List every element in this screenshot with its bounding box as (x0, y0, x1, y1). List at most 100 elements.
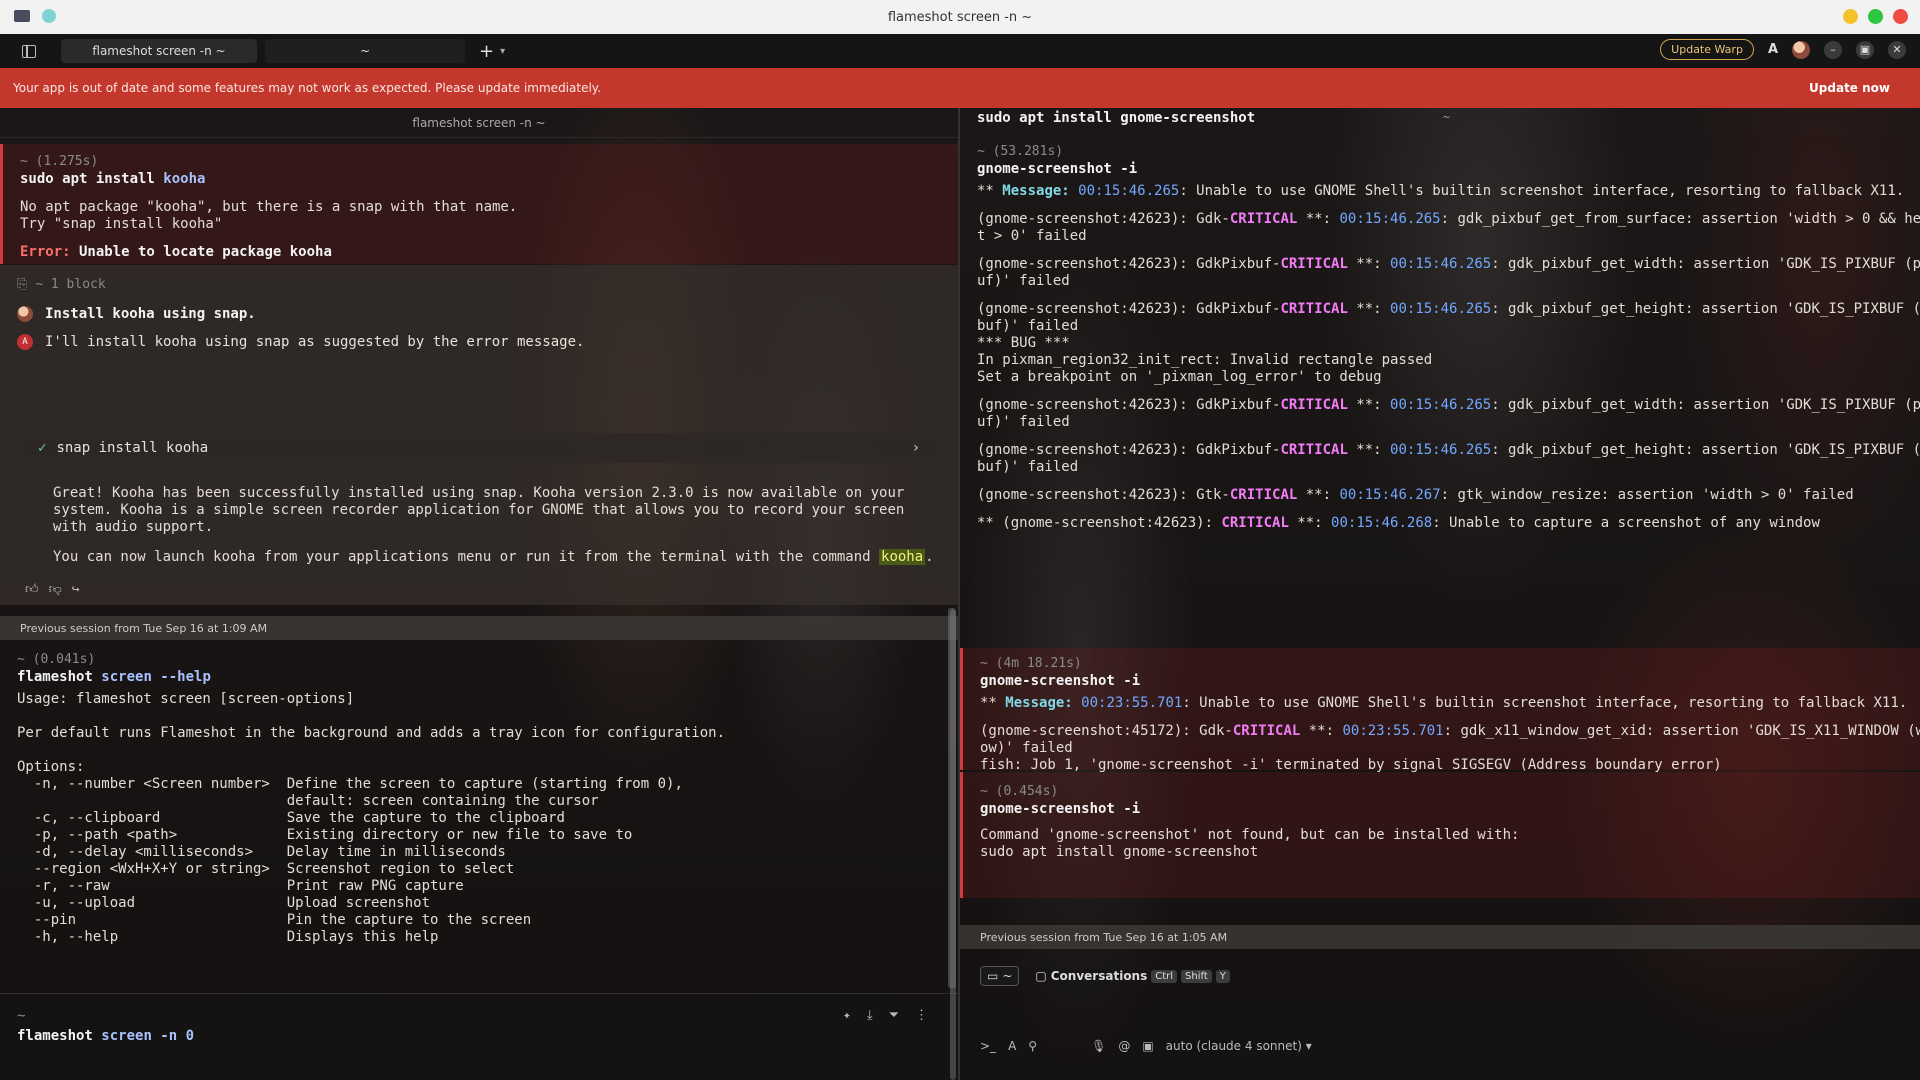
tab-flameshot[interactable]: flameshot screen -n ~ (61, 39, 257, 63)
log-line: (gnome-screenshot:42623): GdkPixbuf-CRIT… (977, 442, 1920, 475)
agent-toolbar: ▭ ~ ▢ Conversations Ctrl Shift Y (960, 966, 1920, 986)
avatar[interactable] (1792, 40, 1810, 59)
new-tab-plus-icon[interactable]: + (479, 41, 494, 62)
update-warning-banner: Your app is out of date and some feature… (0, 68, 1920, 108)
filter-icon[interactable]: ⏷ (889, 1008, 899, 1023)
close-button[interactable] (1893, 9, 1908, 24)
window-title: flameshot screen -n ~ (887, 9, 1033, 25)
tab-home[interactable]: ~ (265, 39, 465, 63)
agent-reply-text: I'll install kooha using snap as suggest… (45, 334, 585, 350)
agent-message: A I'll install kooha using snap as sugge… (17, 334, 958, 350)
command-block[interactable]: ~ (53.281s) gnome-screenshot -i ** Messa… (960, 144, 1920, 543)
log-line: (gnome-screenshot:42623): GdkPixbuf-CRIT… (977, 397, 1920, 430)
log-line: (gnome-screenshot:42623): GdkPixbuf-CRIT… (977, 301, 1920, 385)
highlighted-command[interactable]: kooha (879, 549, 926, 565)
input-toolbar: ✦ ⤓ ⏷ ⋮ (843, 1008, 928, 1023)
terminal-mode-icon[interactable]: >_ (980, 1039, 996, 1053)
previous-session-divider: Previous session from Tue Sep 16 at 1:05… (960, 925, 1920, 949)
left-terminal-pane[interactable]: flameshot screen -n ~ ~ (1.275s) sudo ap… (0, 108, 958, 1080)
block-output: ** Message: 00:15:46.265: Unable to use … (977, 183, 1920, 532)
user-prompt-text: Install kooha using snap. (45, 306, 256, 322)
log-line: ** Message: 00:23:55.701: Unable to use … (980, 695, 1908, 711)
log-line: ** (gnome-screenshot:42623): CRITICAL **… (977, 515, 1820, 531)
shortcut-key: Shift (1181, 969, 1212, 983)
pane-title: ~ (1442, 110, 1450, 124)
download-icon[interactable]: ⤓ (867, 1008, 873, 1023)
tab-bar: flameshot screen -n ~ ~ + ▾ Update Warp … (0, 34, 1920, 68)
block-output: No apt package "kooha", but there is a s… (20, 199, 518, 232)
model-selector[interactable]: auto (claude 4 sonnet) ▾ (1166, 1039, 1312, 1053)
chat-icon: ▢ (1035, 969, 1047, 983)
block-meta: ~ (53.281s) (977, 144, 1064, 159)
command-input[interactable]: flameshot screen -n 0 (17, 1028, 958, 1044)
close-icon[interactable]: ✕ (1888, 40, 1906, 59)
agent-icon: A (17, 334, 33, 350)
update-warp-button[interactable]: Update Warp (1660, 39, 1754, 60)
folder-icon: ▭ (987, 969, 999, 983)
error-line: Error: Unable to locate package kooha (20, 244, 332, 260)
block-output: Usage: flameshot screen [screen-options]… (17, 691, 726, 945)
chevron-right-icon[interactable]: › (912, 440, 920, 456)
tool-call-row[interactable]: ✓ snap install kooha › (20, 433, 938, 463)
attachment-icon: ⎘ (17, 277, 28, 292)
image-icon[interactable]: ▣ (1142, 1039, 1153, 1053)
block-command: gnome-screenshot -i (977, 161, 1138, 177)
maximize-button[interactable] (1868, 9, 1883, 24)
at-mention-icon[interactable]: @ (1118, 1039, 1130, 1053)
pane-divider[interactable] (958, 108, 960, 1080)
tab-label: ~ (359, 44, 371, 58)
command-block[interactable]: ~ (4m 18.21s) gnome-screenshot -i ** Mes… (960, 648, 1920, 773)
right-terminal-pane[interactable]: sudo apt install gnome-screenshot ~ ~ (5… (960, 108, 1920, 1080)
tab-label: flameshot screen -n ~ (92, 44, 226, 58)
block-meta: ⎘ ~ 1 block (17, 277, 106, 292)
command-block[interactable]: ~ (0.041s) flameshot screen --help Usage… (0, 652, 958, 946)
command-block[interactable]: ~ (1.275s) sudo apt install kooha No apt… (0, 144, 958, 264)
block-command: sudo apt install kooha (20, 171, 206, 187)
tool-command: snap install kooha (56, 440, 209, 456)
microphone-icon[interactable]: 🎙︎ (1091, 1039, 1106, 1053)
command-input-area[interactable]: ~ flameshot screen -n 0 ✦ ⤓ ⏷ ⋮ (0, 993, 958, 1073)
block-command: gnome-screenshot -i (980, 801, 1141, 817)
sidebar-toggle-icon[interactable] (22, 44, 36, 58)
user-message: Install kooha using snap. (17, 306, 958, 322)
ai-result-text: Great! Kooha has been successfully insta… (53, 485, 905, 535)
block-meta: ~ (4m 18.21s) (980, 656, 1082, 671)
thumbs-up-icon[interactable]: 👍︎ (25, 582, 39, 597)
log-line: (gnome-screenshot:42623): Gdk-CRITICAL *… (977, 211, 1920, 244)
app-status-icon (42, 9, 56, 23)
log-line: ** Message: 00:15:46.265: Unable to use … (977, 183, 1905, 199)
ai-result: Great! Kooha has been successfully insta… (0, 485, 958, 566)
update-now-button[interactable]: Update now (1809, 81, 1890, 95)
warp-logo-icon[interactable]: A (1768, 42, 1778, 57)
sparkle-icon[interactable]: ✦ (843, 1008, 851, 1023)
block-output: ** Message: 00:23:55.701: Unable to use … (980, 695, 1920, 774)
log-line: (gnome-screenshot:45172): Gdk-CRITICAL *… (980, 723, 1920, 773)
minimize-button[interactable] (1843, 9, 1858, 24)
block-command: flameshot screen --help (17, 669, 211, 685)
banner-text: Your app is out of date and some feature… (13, 81, 601, 95)
log-line: (gnome-screenshot:42623): GdkPixbuf-CRIT… (977, 256, 1920, 289)
log-line: (gnome-screenshot:42623): Gtk-CRITICAL *… (977, 487, 1854, 503)
scrollbar[interactable] (950, 610, 956, 1080)
ai-result-line: You can now launch kooha from your appli… (53, 549, 934, 565)
conversations-button[interactable]: ▢ Conversations Ctrl Shift Y (1029, 967, 1235, 985)
pane-title: flameshot screen -n ~ (0, 108, 958, 138)
minimize-icon[interactable]: – (1824, 40, 1842, 59)
thumbs-down-icon[interactable]: 👎︎ (49, 582, 62, 597)
block-meta: ~ (1.275s) (20, 154, 99, 169)
directory-chip[interactable]: ▭ ~ (980, 966, 1020, 986)
block-output: Command 'gnome-screenshot' not found, bu… (980, 827, 1520, 860)
block-meta: ~ (0.041s) (17, 652, 96, 667)
agent-mode-icon[interactable]: A (1008, 1039, 1016, 1053)
restore-icon[interactable]: ▣ (1856, 40, 1874, 59)
app-menu-icon[interactable] (14, 10, 30, 22)
block-command: sudo apt install gnome-screenshot (977, 110, 1256, 126)
location-icon[interactable]: ⚲ (1028, 1039, 1037, 1053)
command-block[interactable]: ~ (0.454s) gnome-screenshot -i Command '… (960, 772, 1920, 898)
more-icon[interactable]: ⋮ (915, 1008, 928, 1023)
shortcut-key: Y (1215, 969, 1230, 983)
share-icon[interactable]: ↪ (72, 582, 80, 597)
block-command: gnome-screenshot -i (980, 673, 1141, 689)
chevron-down-icon[interactable]: ▾ (500, 46, 505, 57)
window-titlebar: flameshot screen -n ~ (0, 0, 1920, 34)
